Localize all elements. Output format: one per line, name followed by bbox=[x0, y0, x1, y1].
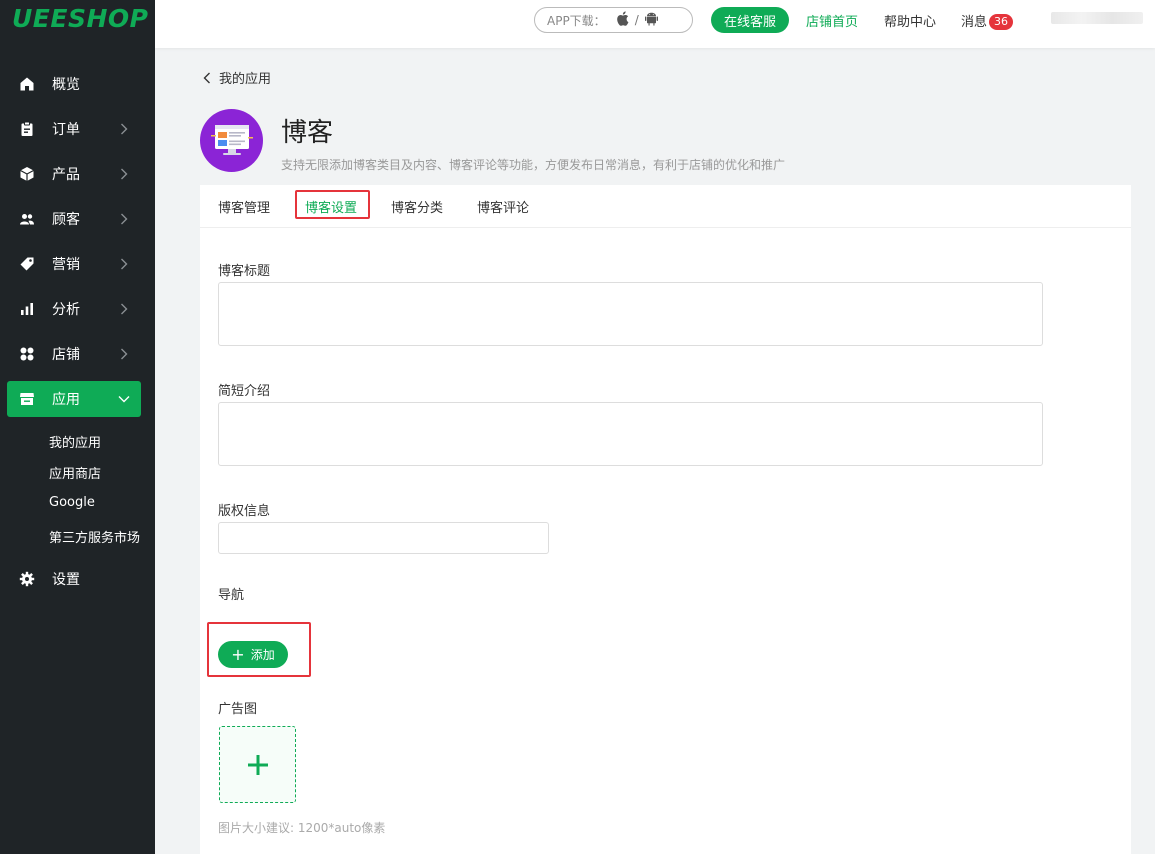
box-icon bbox=[17, 164, 37, 184]
add-navigation-button[interactable]: + 添加 bbox=[218, 641, 288, 668]
sidebar-item-label: 分析 bbox=[52, 302, 80, 318]
sidebar-item-orders[interactable]: 订单 bbox=[7, 111, 141, 147]
sidebar-item-marketing[interactable]: 营销 bbox=[7, 246, 141, 282]
app-download-separator: / bbox=[634, 13, 639, 27]
app-download: APP下载： / bbox=[534, 7, 693, 33]
navigation-label: 导航 bbox=[218, 588, 245, 603]
grid-icon bbox=[17, 344, 37, 364]
online-service-button[interactable]: 在线客服 bbox=[711, 7, 789, 33]
ad-image-upload[interactable] bbox=[219, 726, 296, 803]
messages-label: 消息 bbox=[961, 15, 988, 30]
android-icon[interactable] bbox=[644, 11, 658, 29]
apple-icon[interactable] bbox=[616, 11, 629, 29]
tab-bar: 博客管理 博客设置 博客分类 博客评论 bbox=[200, 185, 1131, 228]
chevron-down-icon bbox=[117, 392, 131, 406]
copyright-input[interactable] bbox=[218, 522, 549, 554]
users-icon bbox=[17, 209, 37, 229]
sidebar-item-analytics[interactable]: 分析 bbox=[7, 291, 141, 327]
chevron-right-icon bbox=[117, 302, 131, 316]
sidebar-item-label: 产品 bbox=[52, 167, 80, 183]
help-center-link[interactable]: 帮助中心 bbox=[884, 11, 936, 30]
chevron-right-icon bbox=[117, 347, 131, 361]
chevron-right-icon bbox=[117, 122, 131, 136]
store-icon bbox=[17, 389, 37, 409]
sidebar-item-label: 顾客 bbox=[52, 212, 80, 228]
blog-title-input[interactable] bbox=[218, 282, 1043, 346]
home-icon bbox=[17, 74, 37, 94]
sidebar-item-store[interactable]: 店铺 bbox=[7, 336, 141, 372]
back-label: 我的应用 bbox=[219, 72, 272, 87]
short-intro-input[interactable] bbox=[218, 402, 1043, 466]
store-home-link[interactable]: 店铺首页 bbox=[806, 11, 858, 30]
sidebar-item-settings[interactable]: 设置 bbox=[7, 561, 141, 597]
chevron-right-icon bbox=[117, 257, 131, 271]
add-button-label: 添加 bbox=[250, 648, 275, 662]
sidebar-subitem-app-store[interactable]: 应用商店 bbox=[49, 463, 101, 482]
blog-app-icon bbox=[200, 109, 263, 172]
brand-logo[interactable]: UEESHOP bbox=[12, 4, 148, 33]
sidebar-item-label: 店铺 bbox=[52, 347, 80, 363]
sidebar-item-products[interactable]: 产品 bbox=[7, 156, 141, 192]
sidebar-item-label: 概览 bbox=[52, 77, 80, 93]
sidebar-item-apps[interactable]: 应用 bbox=[7, 381, 141, 417]
app-download-label: APP下载： bbox=[547, 13, 606, 28]
ad-image-label: 广告图 bbox=[218, 702, 258, 717]
tab-blog-categories[interactable]: 博客分类 bbox=[391, 197, 443, 216]
top-bar: APP下载： / 在线客服 店铺首页 帮助中心 消息 36 bbox=[155, 0, 1155, 48]
sidebar: UEESHOP 概览 订单 产品 顾客 营销 分析 店铺 应用 我的应用 应用商… bbox=[0, 0, 155, 854]
sidebar-item-label: 订单 bbox=[52, 122, 80, 138]
messages-count-badge: 36 bbox=[989, 14, 1014, 30]
tag-icon bbox=[17, 254, 37, 274]
copyright-label: 版权信息 bbox=[218, 504, 271, 519]
chevron-left-icon bbox=[203, 72, 210, 83]
sidebar-item-overview[interactable]: 概览 bbox=[7, 66, 141, 102]
sidebar-item-label: 应用 bbox=[52, 392, 80, 408]
short-intro-label: 简短介绍 bbox=[218, 384, 271, 399]
blog-title-label: 博客标题 bbox=[218, 264, 271, 279]
page-title: 博客 bbox=[281, 118, 334, 148]
tab-blog-settings[interactable]: 博客设置 bbox=[305, 197, 357, 216]
sidebar-item-label: 营销 bbox=[52, 257, 80, 273]
back-to-my-apps[interactable]: 我的应用 bbox=[203, 68, 271, 87]
tab-blog-management[interactable]: 博客管理 bbox=[218, 197, 270, 216]
ad-image-size-hint: 图片大小建议: 1200*auto像素 bbox=[218, 821, 386, 835]
sidebar-item-label: 设置 bbox=[52, 572, 80, 588]
blog-settings-card: 博客管理 博客设置 博客分类 博客评论 博客标题 简短介绍 版权信息 导航 + … bbox=[200, 185, 1131, 854]
tab-blog-comments[interactable]: 博客评论 bbox=[477, 197, 529, 216]
chevron-right-icon bbox=[117, 212, 131, 226]
gear-icon bbox=[17, 569, 37, 589]
bar-chart-icon bbox=[17, 299, 37, 319]
clipboard-icon bbox=[17, 119, 37, 139]
sidebar-subitem-my-apps[interactable]: 我的应用 bbox=[49, 432, 101, 451]
user-account-blurred[interactable] bbox=[1051, 12, 1143, 24]
plus-icon bbox=[247, 754, 268, 775]
messages-link[interactable]: 消息 36 bbox=[961, 11, 1014, 30]
sidebar-subitem-google[interactable]: Google bbox=[49, 495, 95, 510]
plus-icon: + bbox=[231, 644, 245, 664]
sidebar-subitem-third-party-market[interactable]: 第三方服务市场 bbox=[49, 527, 140, 546]
chevron-right-icon bbox=[117, 167, 131, 181]
page-description: 支持无限添加博客类目及内容、博客评论等功能，方便发布日常消息，有利于店铺的优化和… bbox=[281, 158, 786, 172]
sidebar-item-customers[interactable]: 顾客 bbox=[7, 201, 141, 237]
